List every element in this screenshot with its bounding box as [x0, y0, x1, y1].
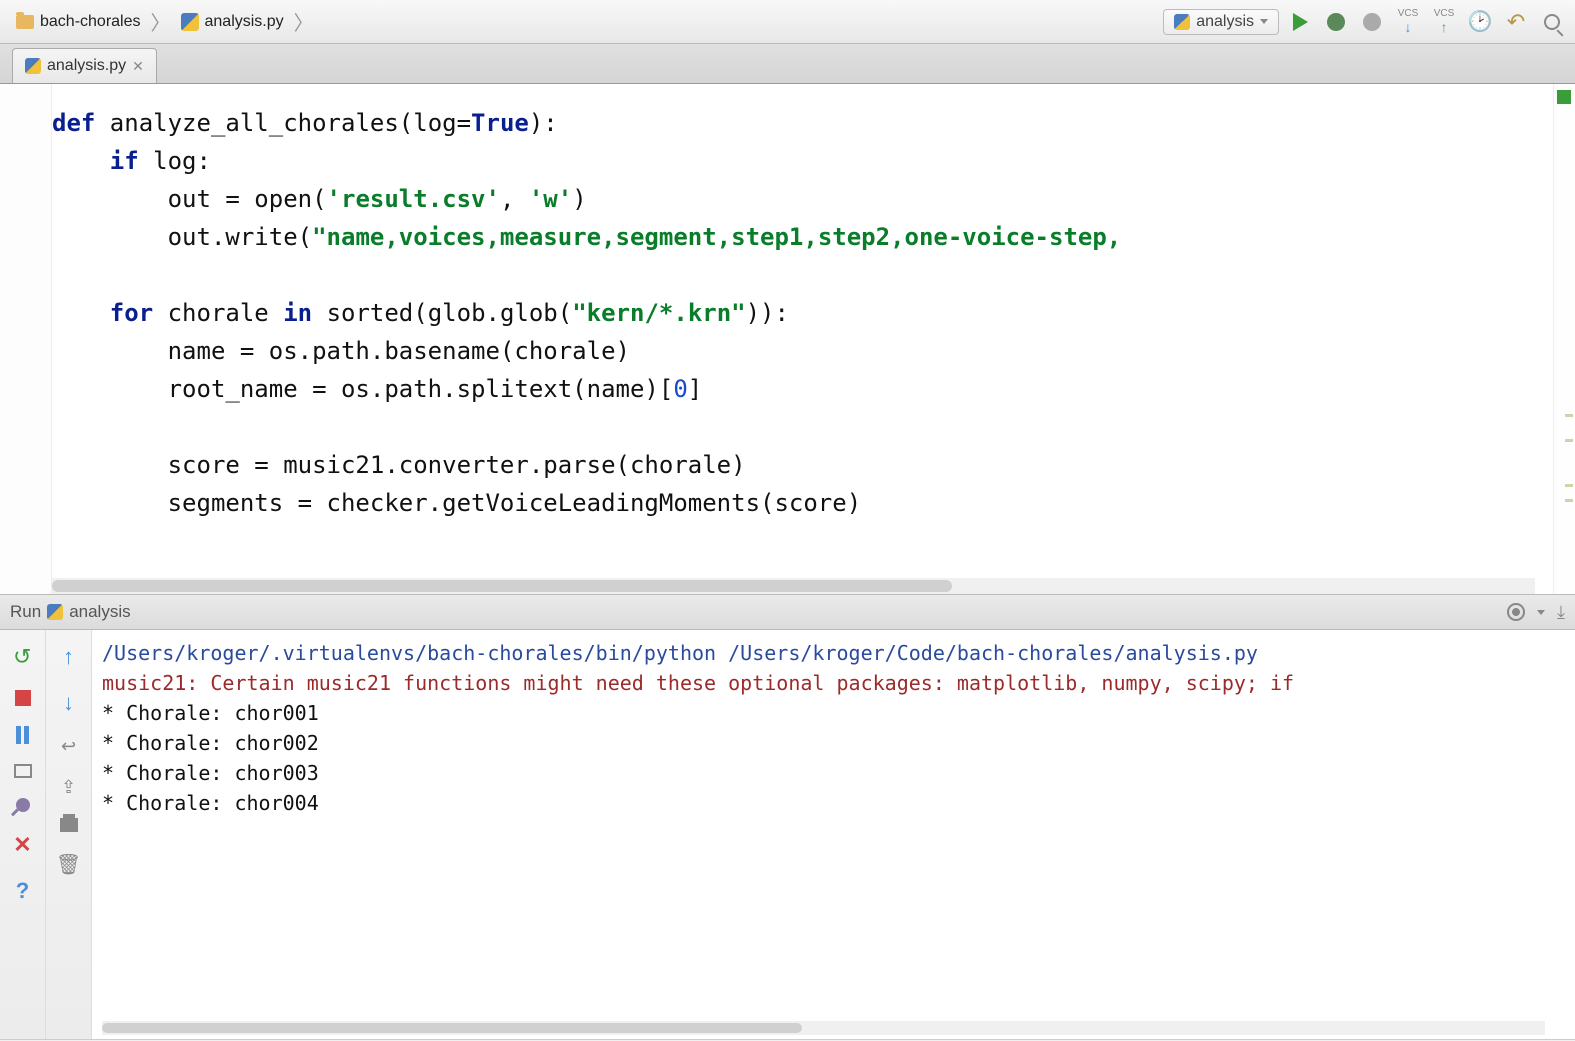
- run-toolbar-secondary: ↑ ↓ ↩ ⇪ 🗑: [46, 630, 92, 1039]
- run-button[interactable]: [1285, 7, 1315, 37]
- close-tab-button[interactable]: ✕: [132, 58, 144, 75]
- editor-horizontal-scrollbar[interactable]: [52, 578, 1535, 594]
- up-stack-button[interactable]: ↑: [63, 644, 74, 670]
- pause-button[interactable]: [16, 726, 29, 744]
- python-icon: [47, 604, 63, 620]
- arrow-down-icon: ↓: [1405, 19, 1412, 35]
- rerun-button[interactable]: ↻: [13, 644, 31, 670]
- console-horizontal-scrollbar[interactable]: [102, 1021, 1545, 1035]
- editor-gutter[interactable]: [0, 84, 52, 594]
- coverage-icon: [1363, 13, 1381, 31]
- play-icon: [1293, 13, 1308, 31]
- run-panel-title: Run: [10, 602, 41, 622]
- bug-icon: [1327, 13, 1345, 31]
- run-config-label: analysis: [1196, 13, 1254, 31]
- editor-marker-strip[interactable]: [1553, 84, 1575, 594]
- vcs-update-button[interactable]: VCS ↓: [1393, 7, 1423, 37]
- run-panel: ↻ ✕ ? ↑ ↓ ↩ ⇪ 🗑 /Users/kroger/.virtualen…: [0, 630, 1575, 1040]
- top-toolbar: bach-chorales 〉 analysis.py 〉 analysis V…: [0, 0, 1575, 44]
- debug-button[interactable]: [1321, 7, 1351, 37]
- close-button[interactable]: ✕: [13, 832, 31, 858]
- undo-button[interactable]: ↶: [1501, 7, 1531, 37]
- analysis-status-icon: [1557, 90, 1571, 104]
- chevron-right-icon: 〉: [151, 7, 171, 36]
- console-command-line: /Users/kroger/.virtualenvs/bach-chorales…: [102, 638, 1565, 668]
- scrollbar-thumb[interactable]: [102, 1023, 802, 1033]
- down-stack-button[interactable]: ↓: [63, 690, 74, 716]
- clear-all-button[interactable]: 🗑: [56, 852, 81, 877]
- console-warning-line: music21: Certain music21 functions might…: [102, 668, 1565, 698]
- stop-button[interactable]: [15, 690, 31, 706]
- arrow-up-icon: ↑: [1441, 19, 1448, 35]
- console-line: * Chorale: chor002: [102, 728, 1565, 758]
- run-toolbar-primary: ↻ ✕ ?: [0, 630, 46, 1039]
- run-panel-config-name: analysis: [69, 602, 130, 622]
- run-with-coverage-button[interactable]: [1357, 7, 1387, 37]
- search-everywhere-button[interactable]: [1537, 7, 1567, 37]
- breadcrumb: bach-chorales 〉 analysis.py 〉: [8, 7, 1163, 36]
- console-output[interactable]: /Users/kroger/.virtualenvs/bach-chorales…: [92, 630, 1575, 1039]
- breadcrumb-project-label: bach-chorales: [40, 13, 141, 31]
- gear-icon[interactable]: [1507, 603, 1525, 621]
- toolbar-right: analysis VCS ↓ VCS ↑ 🕑 ↶: [1163, 7, 1567, 37]
- console-line: * Chorale: chor003: [102, 758, 1565, 788]
- folder-icon: [16, 15, 34, 29]
- editor-tab-filename: analysis.py: [47, 57, 126, 75]
- download-icon[interactable]: ⤓: [1557, 602, 1565, 623]
- console-line: * Chorale: chor001: [102, 698, 1565, 728]
- undo-icon: ↶: [1507, 9, 1525, 35]
- print-button[interactable]: [60, 818, 78, 832]
- vcs-commit-button[interactable]: VCS ↑: [1429, 7, 1459, 37]
- help-button[interactable]: ?: [16, 878, 29, 904]
- vcs-label: VCS: [1434, 9, 1455, 19]
- chevron-down-icon: [1260, 19, 1268, 24]
- python-icon: [1174, 14, 1190, 30]
- code-content[interactable]: def analyze_all_chorales(log=True): if l…: [52, 84, 1553, 594]
- search-icon: [1544, 14, 1560, 30]
- run-configuration-selector[interactable]: analysis: [1163, 9, 1279, 35]
- editor-tab[interactable]: analysis.py ✕: [12, 48, 157, 83]
- scrollbar-thumb[interactable]: [52, 580, 952, 592]
- code-editor[interactable]: def analyze_all_chorales(log=True): if l…: [0, 84, 1575, 594]
- python-file-icon: [181, 13, 199, 31]
- run-panel-header[interactable]: Run analysis ⤓: [0, 594, 1575, 630]
- console-line: * Chorale: chor004: [102, 788, 1565, 818]
- chevron-right-icon: 〉: [294, 7, 314, 36]
- soft-wrap-button[interactable]: ↩: [61, 736, 76, 757]
- chevron-down-icon[interactable]: [1537, 610, 1545, 615]
- clock-icon: 🕑: [1468, 9, 1493, 34]
- vcs-label: VCS: [1398, 9, 1419, 19]
- export-button[interactable]: ⇪: [61, 777, 76, 798]
- layout-button[interactable]: [14, 764, 32, 778]
- python-file-icon: [25, 58, 41, 74]
- breadcrumb-project[interactable]: bach-chorales: [8, 10, 149, 34]
- breadcrumb-file-label: analysis.py: [205, 13, 284, 31]
- editor-tab-bar: analysis.py ✕: [0, 44, 1575, 84]
- breadcrumb-file[interactable]: analysis.py: [173, 10, 292, 34]
- pin-button[interactable]: [13, 795, 33, 815]
- history-button[interactable]: 🕑: [1465, 7, 1495, 37]
